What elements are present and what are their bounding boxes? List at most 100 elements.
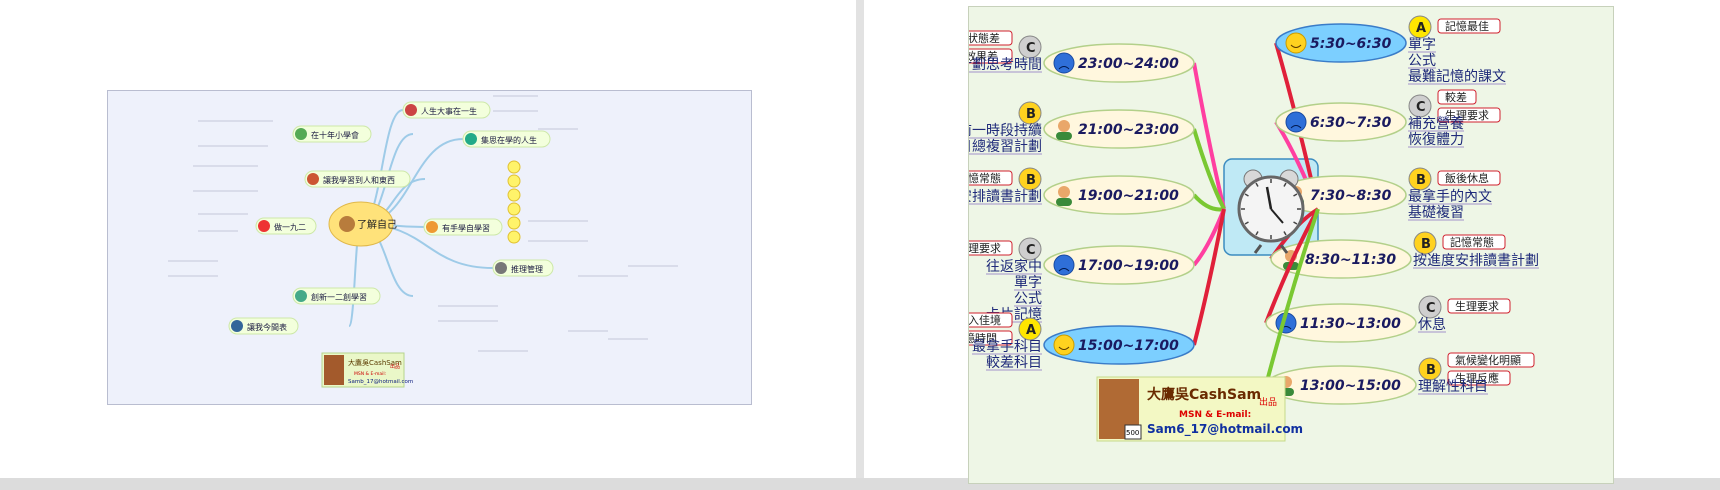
right-credit-box: 500 大鷹吳CashSam出品 MSN & E-mail: Sam6_17@hotm… [1096,376,1303,442]
person-body [1056,132,1072,140]
tag-label: 較差 [1437,89,1477,105]
tag-label: 生理要求 [1447,298,1511,314]
grade-letter: A [1416,21,1426,36]
detail-item: 公式 [1408,53,1436,69]
time-label: 7:30~8:30 [1310,188,1392,204]
grade-letter: B [1426,363,1436,378]
time-node: 5:30~6:30 A 記憶最佳單字公式最難記憶的課文 [1275,15,1506,85]
tag-text: 氣候變化明顯 [1455,353,1521,367]
tag-label: 記憶常態 [949,170,1013,186]
sad-face-icon [1053,254,1075,276]
right-credit-suffix: 出品 [1259,396,1277,408]
left-branch-label: 推理管理 [511,264,543,274]
left-credit-email: Samb_17@hotmail.com [348,379,413,385]
left-small-bubble [507,230,521,244]
time-node: 13:00~15:00B氣候變化明顯生理反應理解性科目 [1265,352,1535,405]
left-branch-node: 在十年小學會 [292,125,372,143]
detail-item: 按進度安排讀書計劃 [969,189,1042,205]
left-map-canvas: 了解自己 人生大事在一生集思在學的人生有手學自學習推理管理 讓我學習到人和東西 在十年… [168,95,678,388]
grade-letter: C [1026,243,1036,258]
time-label: 19:00~21:00 [1078,188,1179,204]
time-node: 6:30~7:30C較差生理要求補充營養恢復體力 [1275,89,1501,148]
detail-item: 較差科目 [986,355,1042,371]
tag-label: 體態狀態差 [937,30,1013,46]
tag-label: 生理要求 [949,240,1013,256]
tag-text: 記憶最佳 [1445,19,1489,33]
grade-letter: C [1426,301,1436,316]
grade-badge: C [1018,237,1042,261]
sad-face-icon [1285,111,1307,133]
left-branch-label: 在十年小學會 [311,130,359,140]
left-small-bubble [507,216,521,230]
tag-text: 飯後休息 [1445,171,1489,185]
right-map-canvas: 5:30~6:30A 記憶最佳單字公式最難記憶的課文6:30~7:30C較差生理要… [901,15,1539,442]
detail-item: 往返家中 [986,258,1042,275]
left-branch-label: 讓我今間表 [247,322,287,332]
time-label: 17:00~19:00 [1078,258,1179,274]
grade-letter: B [1416,173,1426,188]
grade-badge: A [1408,15,1432,39]
right-credit-line2: MSN & E-mail: [1179,410,1251,420]
left-branch-label: 創新一二創學習 [311,292,367,302]
right-mind-map: 5:30~6:30 A 記憶最佳 單字 公式 最難記憶的課文 6:30~7:30 C 較差 生理要… [901,6,1614,484]
tag-label: 飯後休息 [1437,170,1501,186]
branch-icon [405,104,417,116]
left-branch-label: 讓我學習到人和東西 [323,175,395,185]
detail-item: 按進度安排讀書計劃 [1413,253,1539,269]
time-label: 21:00~23:00 [1078,122,1179,138]
grade-badge: B [1408,167,1432,191]
time-node: 17:00~19:00C生理要求往返家中單字公式卡片記憶 [949,237,1195,323]
detail-item: 恢復體力 [1408,131,1464,148]
left-branch-label: 集思在學的人生 [481,135,537,145]
left-branch-node: 做一九二 [255,217,317,235]
grade-badge: A [1018,317,1042,341]
hamburger-icon [339,216,355,232]
time-branch-line [1192,62,1226,210]
left-branch-node: 讓我學習到人和東西 [304,170,411,188]
face-circle [1285,111,1307,133]
grade-badge: B [1018,101,1042,125]
time-node: 21:00~23:00 B按前一時段持續本日總複習計劃 [944,101,1195,155]
detail-item: 按前一時段持續 [969,122,1042,139]
grade-badge: B [1413,231,1437,255]
tag-label: 漸入佳境 [949,312,1013,328]
right-credit-brand: 大鷹吳CashSam [1147,386,1261,403]
time-label: 13:00~15:00 [1300,378,1401,394]
branch-icon [426,221,438,233]
grade-letter: C [1416,100,1426,115]
left-branch-label: 做一九二 [274,222,306,232]
detail-item: 明日計劃思考時間 [969,57,1042,73]
left-branch-node: 讓我今間表 [228,317,299,335]
left-credit-suffix: 出品 [390,363,400,370]
left-mind-map: 了解自己 人生大事在一生 集思在學的人生 有手學自學習 推理管理 讓我學習到人和東西 在十年… [107,90,752,405]
person-head [1058,186,1070,198]
left-branch-node: 有手學自學習 [423,218,503,236]
grade-letter: A [1026,323,1036,338]
detail-item: 最拿手科目 [972,338,1042,355]
left-branch-label: 人生大事在一生 [421,106,477,116]
grade-letter: B [1026,173,1036,188]
left-small-bubble [507,174,521,188]
tag-label: 記憶常態 [1442,234,1506,250]
person-body [1056,198,1072,206]
left-credit-line2: MSN & E-mail: [354,371,386,377]
branch-icon [307,173,319,185]
detail-item: 最難記憶的課文 [1408,68,1506,85]
tag-text: 生理要求 [1455,299,1499,313]
face-circle [1053,334,1075,356]
branch-icon [295,290,307,302]
detail-item: 單字 [1408,37,1436,53]
person-head [1058,120,1070,132]
left-credit-box: 大鷹吳CashSam出品MSN & E-mail:Samb_17@hotmail… [321,352,413,388]
grade-letter: B [1026,107,1036,122]
detail-item: 本日總複習計劃 [969,138,1042,155]
branch-icon [258,220,270,232]
face-circle [1285,32,1307,54]
left-credit-portrait [324,355,344,385]
smile-face-icon [1285,32,1307,54]
grade-letter: C [1026,41,1036,56]
left-branch-label: 有手學自學習 [442,223,490,233]
grade-badge: B [1418,357,1442,381]
detail-item: 休息 [1418,316,1446,333]
time-label: 6:30~7:30 [1310,115,1392,131]
